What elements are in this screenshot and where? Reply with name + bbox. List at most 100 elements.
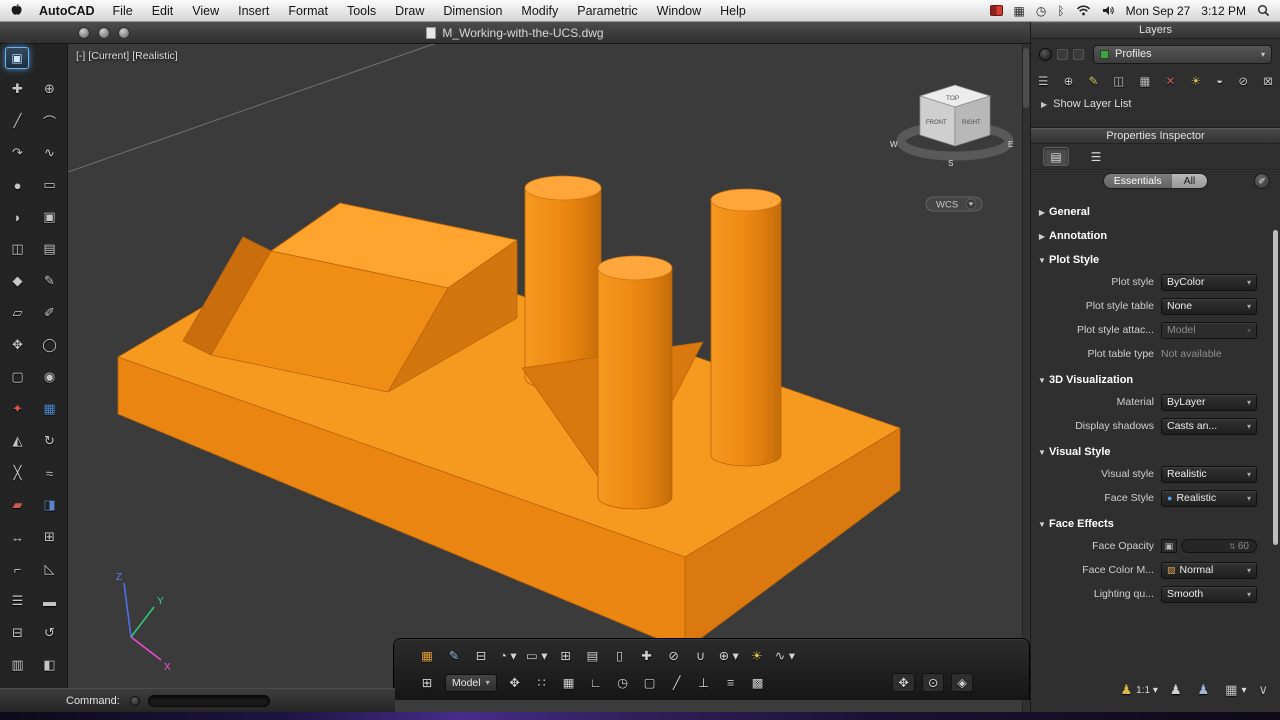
- menu-item[interactable]: Dimension: [443, 4, 502, 18]
- viewport-scrollbar[interactable]: [1022, 44, 1030, 712]
- layer-small-button[interactable]: [1057, 48, 1068, 60]
- layers-panel-header[interactable]: Layers: [1031, 22, 1280, 39]
- status-icon[interactable]: ∪: [692, 648, 710, 663]
- tool-button[interactable]: ✦: [6, 398, 30, 420]
- snap-tool-icon[interactable]: ⊥: [695, 675, 713, 690]
- layer-tool-icon[interactable]: ⊠: [1263, 74, 1273, 88]
- time-machine-icon[interactable]: ◷: [1036, 5, 1046, 17]
- viewcube[interactable]: W S E TOP FRONT RIGHT: [890, 84, 1014, 168]
- scale-bar-item[interactable]: ♟: [1198, 682, 1214, 698]
- tool-button[interactable]: ▣: [38, 206, 62, 228]
- menu-item[interactable]: Draw: [395, 4, 424, 18]
- viewport-scrollbar-thumb[interactable]: [1023, 48, 1029, 108]
- menu-bar-clock[interactable]: 3:12 PM: [1201, 4, 1246, 18]
- tool-button[interactable]: ⊟: [6, 622, 30, 644]
- tool-button[interactable]: ▥: [6, 654, 30, 676]
- scale-bar-item[interactable]: ∨: [1258, 682, 1272, 698]
- scale-bar-item[interactable]: ♟ 1:1 ▾: [1120, 682, 1157, 698]
- snap-tool-icon[interactable]: ▩: [749, 675, 767, 690]
- tool-button[interactable]: ◫: [6, 238, 30, 260]
- property-value-control[interactable]: ByColor: [1161, 273, 1257, 291]
- 3d-model[interactable]: [117, 175, 901, 651]
- scale-bar-item[interactable]: ▦ ▾: [1225, 682, 1246, 698]
- tool-button[interactable]: ☰: [6, 590, 30, 612]
- menu-item[interactable]: Tools: [347, 4, 376, 18]
- layer-tool-icon[interactable]: ✎: [1088, 74, 1098, 88]
- pan-tool[interactable]: ✥: [892, 673, 915, 692]
- menu-item[interactable]: File: [113, 4, 133, 18]
- orbit-tool[interactable]: ◈: [951, 673, 973, 692]
- menu-bar-date[interactable]: Mon Sep 27: [1126, 4, 1191, 18]
- parallels-status-icon[interactable]: [989, 5, 1003, 16]
- menu-item[interactable]: Edit: [152, 4, 174, 18]
- properties-panel-header[interactable]: Properties Inspector: [1031, 127, 1280, 144]
- tool-button[interactable]: ◉: [38, 366, 62, 388]
- snap-tool-icon[interactable]: ╱: [668, 675, 686, 690]
- tool-button[interactable]: ▱: [6, 302, 30, 324]
- apple-menu[interactable]: [10, 3, 23, 18]
- status-icon[interactable]: ◔ ▾: [499, 648, 517, 663]
- tool-button[interactable]: ⊕: [38, 78, 62, 100]
- tool-button[interactable]: ▰: [6, 494, 30, 516]
- tool-button[interactable]: ⌐: [6, 558, 30, 580]
- profiles-dropdown[interactable]: Profiles: [1093, 44, 1272, 64]
- spotlight-search-icon[interactable]: [1257, 4, 1270, 17]
- layer-tool-icon[interactable]: ⊘: [1238, 74, 1248, 88]
- layer-tool-icon[interactable]: ☀: [1191, 74, 1201, 88]
- viewport-menu-control[interactable]: [-]: [76, 50, 85, 62]
- status-icon[interactable]: ▯: [611, 648, 629, 663]
- status-icon[interactable]: ▦: [418, 648, 436, 663]
- viewport-style-control[interactable]: [Realistic]: [132, 50, 178, 62]
- status-icon[interactable]: ⊕ ▾: [719, 648, 739, 663]
- spaces-grid-icon[interactable]: ▦: [1014, 5, 1025, 17]
- layer-small-button-2[interactable]: [1073, 48, 1084, 60]
- tool-button[interactable]: ≈: [38, 462, 62, 484]
- status-icon[interactable]: ⊟: [472, 648, 490, 663]
- tool-button[interactable]: ▬: [38, 590, 62, 612]
- tab-properties[interactable]: ▤: [1043, 147, 1069, 166]
- layer-tool-icon[interactable]: ◫: [1113, 74, 1124, 88]
- compass-west[interactable]: W: [890, 140, 898, 149]
- section-disclosure-triangle[interactable]: ▶: [1035, 232, 1049, 241]
- layer-tool-icon[interactable]: ☰: [1038, 74, 1048, 88]
- property-value-control[interactable]: None: [1161, 297, 1257, 315]
- menu-item[interactable]: Insert: [238, 4, 269, 18]
- property-value-control[interactable]: Casts an...: [1161, 417, 1257, 435]
- tool-button[interactable]: ⌒: [38, 110, 62, 132]
- scale-bar-item[interactable]: ♟: [1170, 682, 1186, 698]
- menu-item[interactable]: Window: [657, 4, 701, 18]
- section-disclosure-triangle[interactable]: ▼: [1035, 376, 1049, 385]
- close-button[interactable]: [78, 27, 90, 39]
- tool-button[interactable]: ⊞: [38, 526, 62, 548]
- compass-south[interactable]: S: [948, 159, 953, 168]
- snap-tool-icon[interactable]: ✥: [506, 675, 524, 690]
- tool-button[interactable]: ◭: [6, 430, 30, 452]
- layout-grid-icon[interactable]: ⊞: [418, 675, 436, 690]
- section-disclosure-triangle[interactable]: ▶: [1035, 208, 1049, 217]
- tool-button[interactable]: ↷: [6, 142, 30, 164]
- tool-button[interactable]: ✎: [38, 270, 62, 292]
- snap-tool-icon[interactable]: ◷: [614, 675, 632, 690]
- snap-tool-icon[interactable]: ≡: [722, 676, 740, 690]
- viewport-view-control[interactable]: [Current]: [88, 50, 129, 62]
- tool-button[interactable]: ▤: [38, 238, 62, 260]
- property-value-control[interactable]: Smooth: [1161, 585, 1257, 603]
- tool-button[interactable]: ▢: [6, 366, 30, 388]
- panel-scrollbar-thumb[interactable]: [1273, 230, 1278, 545]
- section-disclosure-triangle[interactable]: ▼: [1035, 256, 1049, 265]
- tool-button[interactable]: ▭: [38, 174, 62, 196]
- zoom-tool[interactable]: ⊙: [921, 673, 945, 692]
- wifi-icon[interactable]: [1076, 5, 1091, 16]
- match-properties-button[interactable]: ✐: [1254, 173, 1270, 189]
- tool-button[interactable]: ╳: [6, 462, 30, 484]
- property-value-control[interactable]: ● Realistic: [1161, 489, 1257, 507]
- menu-item[interactable]: Parametric: [577, 4, 637, 18]
- window-titlebar[interactable]: M_Working-with-the-UCS.dwg: [0, 22, 1030, 44]
- layer-tool-icon[interactable]: ⊕: [1064, 74, 1074, 88]
- tool-button[interactable]: ✚: [6, 78, 30, 100]
- layer-tool-icon[interactable]: ▦: [1140, 74, 1151, 88]
- property-value-control[interactable]: ▣ 60: [1161, 539, 1257, 553]
- property-value-control[interactable]: ByLayer: [1161, 393, 1257, 411]
- menu-item[interactable]: Format: [288, 4, 328, 18]
- status-icon[interactable]: ▭ ▾: [526, 648, 548, 663]
